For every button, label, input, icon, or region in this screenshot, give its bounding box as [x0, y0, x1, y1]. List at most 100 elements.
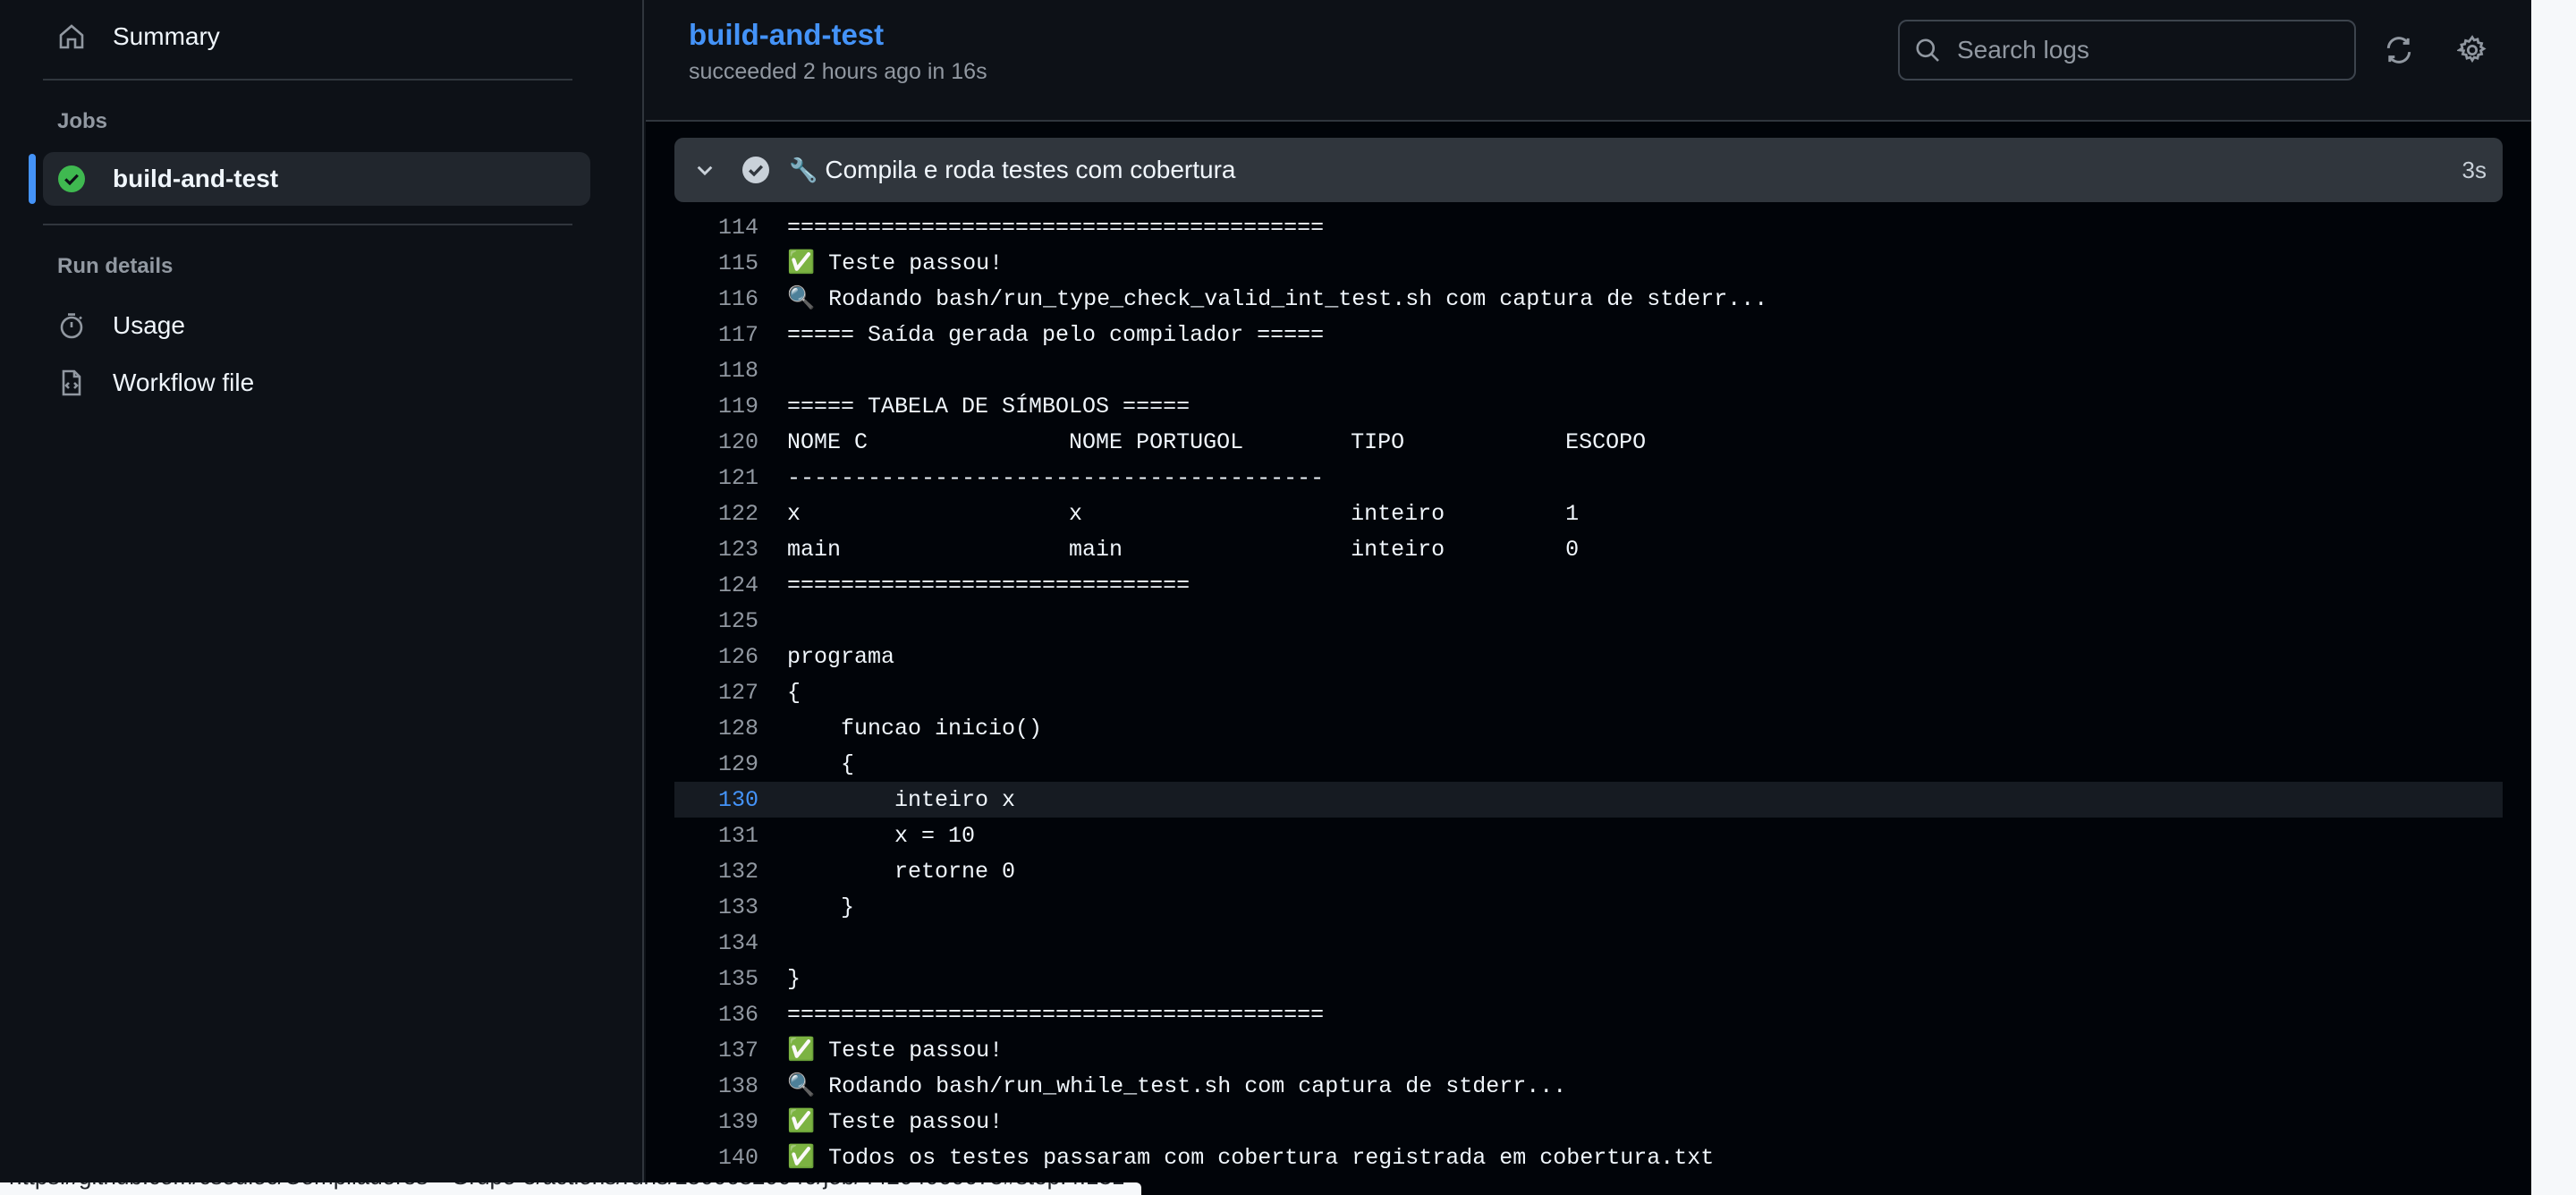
log-line[interactable]: 132 retorne 0	[674, 853, 2503, 889]
job-title[interactable]: build-and-test	[689, 18, 884, 52]
log-text: }	[787, 894, 855, 920]
sidebar-item-label: Workflow file	[113, 369, 255, 396]
log-text: ==============================	[787, 572, 1191, 598]
line-number[interactable]: 133	[674, 894, 758, 920]
line-number[interactable]: 115	[674, 250, 758, 276]
log-text: inteiro x	[787, 786, 1016, 813]
log-line[interactable]: 122 x x inteiro 1	[674, 496, 2503, 531]
log-line[interactable]: 130 inteiro x	[674, 782, 2503, 818]
line-number[interactable]: 125	[674, 608, 758, 634]
log-line[interactable]: 116 🔍 Rodando bash/run_type_check_valid_i…	[674, 281, 2503, 317]
file-code-icon	[55, 367, 88, 399]
sidebar-item-usage[interactable]: Usage	[43, 299, 590, 352]
step-name: Compila e roda testes com cobertura	[825, 156, 1236, 183]
log-line[interactable]: 114 =====================================…	[674, 209, 2503, 245]
line-number[interactable]: 129	[674, 751, 758, 777]
line-number[interactable]: 119	[674, 394, 758, 420]
gear-icon	[2457, 35, 2487, 64]
log-text: {	[787, 750, 855, 777]
job-status: succeeded 2 hours ago in 16s	[689, 59, 987, 84]
log-line[interactable]: 133 }	[674, 889, 2503, 925]
log-line[interactable]: 134	[674, 925, 2503, 961]
log-text: ===== Saída gerada pelo compilador =====	[787, 321, 1325, 348]
sync-icon	[2386, 37, 2411, 64]
line-number[interactable]: 114	[674, 215, 758, 241]
log-line[interactable]: 136 =====================================…	[674, 996, 2503, 1032]
log-line[interactable]: 126 programa	[674, 639, 2503, 674]
log-text: retorne 0	[787, 858, 1016, 885]
log-line[interactable]: 124 ==============================	[674, 567, 2503, 603]
line-number[interactable]: 140	[674, 1145, 758, 1171]
line-number[interactable]: 123	[674, 537, 758, 563]
step-duration: 3s	[2462, 156, 2487, 183]
search-icon	[1914, 36, 1943, 64]
log-line[interactable]: 137 ✅ Teste passou!	[674, 1032, 2503, 1068]
line-number[interactable]: 124	[674, 572, 758, 598]
line-number[interactable]: 136	[674, 1002, 758, 1028]
log-line[interactable]: 120 NOME C NOME PORTUGOL TIPO ESCOPO	[674, 424, 2503, 460]
active-indicator	[29, 154, 36, 204]
line-number[interactable]: 130	[674, 787, 758, 813]
log-line[interactable]: 117 ===== Saída gerada pelo compilador ==…	[674, 317, 2503, 352]
log-text: NOME C NOME PORTUGOL TIPO ESCOPO	[787, 428, 1647, 455]
home-icon	[55, 21, 88, 53]
sidebar-item-summary[interactable]: Summary	[43, 10, 590, 64]
line-number[interactable]: 128	[674, 716, 758, 742]
step-header[interactable]: 🔧 Compila e roda testes com cobertura 3s	[674, 138, 2503, 202]
line-number[interactable]: 137	[674, 1038, 758, 1064]
line-number[interactable]: 132	[674, 859, 758, 885]
line-number[interactable]: 135	[674, 966, 758, 992]
sidebar-item-job[interactable]: build-and-test	[43, 152, 590, 206]
log-text: ✅ Teste passou!	[787, 250, 1004, 276]
log-line[interactable]: 123 main main inteiro 0	[674, 531, 2503, 567]
line-number[interactable]: 139	[674, 1109, 758, 1135]
log-line[interactable]: 140 ✅ Todos os testes passaram com cobert…	[674, 1140, 2503, 1175]
line-number[interactable]: 120	[674, 429, 758, 455]
main-panel: build-and-test succeeded 2 hours ago in …	[646, 0, 2531, 1195]
log-line[interactable]: 125	[674, 603, 2503, 639]
line-number[interactable]: 122	[674, 501, 758, 527]
stopwatch-icon	[55, 309, 88, 342]
log-line[interactable]: 128 funcao inicio()	[674, 710, 2503, 746]
divider	[43, 79, 572, 81]
log-line[interactable]: 139 ✅ Teste passou!	[674, 1104, 2503, 1140]
divider	[43, 224, 572, 225]
line-number[interactable]: 116	[674, 286, 758, 312]
log-line[interactable]: 127 {	[674, 674, 2503, 710]
sidebar: Summary Jobs build-and-test Run details …	[0, 0, 644, 1195]
log-line[interactable]: 118	[674, 352, 2503, 388]
wrench-icon: 🔧	[789, 156, 818, 183]
line-number[interactable]: 134	[674, 930, 758, 956]
log-text: {	[787, 679, 801, 706]
job-header: build-and-test succeeded 2 hours ago in …	[646, 0, 2531, 122]
log-line[interactable]: 129 {	[674, 746, 2503, 782]
scrollbar[interactable]	[2531, 0, 2576, 1195]
line-number[interactable]: 121	[674, 465, 758, 491]
search-input[interactable]	[1955, 35, 2354, 65]
line-number[interactable]: 126	[674, 644, 758, 670]
log-line[interactable]: 115 ✅ Teste passou!	[674, 245, 2503, 281]
log-line[interactable]: 119 ===== TABELA DE SÍMBOLOS =====	[674, 388, 2503, 424]
line-number[interactable]: 127	[674, 680, 758, 706]
log-line[interactable]: 138 🔍 Rodando bash/run_while_test.sh com …	[674, 1068, 2503, 1104]
log-text: 🔍 Rodando bash/run_type_check_valid_int_…	[787, 286, 1768, 312]
log-line[interactable]: 131 x = 10	[674, 818, 2503, 853]
sidebar-item-workflow-file[interactable]: Workflow file	[43, 356, 590, 410]
log-line[interactable]: 135}	[674, 961, 2503, 996]
line-number[interactable]: 131	[674, 823, 758, 849]
line-number[interactable]: 138	[674, 1073, 758, 1099]
log-text: x = 10	[787, 822, 976, 849]
log-text: x x inteiro 1	[787, 500, 1580, 527]
log-text: main main inteiro 0	[787, 536, 1580, 563]
sidebar-item-label: Summary	[113, 22, 220, 50]
line-number[interactable]: 118	[674, 358, 758, 384]
search-logs-box[interactable]	[1898, 20, 2356, 81]
log-text: }	[787, 965, 801, 992]
chevron-down-icon[interactable]	[687, 152, 723, 188]
log-text: ===== TABELA DE SÍMBOLOS =====	[787, 393, 1191, 420]
line-number[interactable]: 117	[674, 322, 758, 348]
log-line[interactable]: 121 -------------------------------------…	[674, 460, 2503, 496]
refresh-button[interactable]	[2379, 30, 2419, 70]
sidebar-item-label: build-and-test	[113, 165, 279, 192]
settings-button[interactable]	[2453, 30, 2492, 70]
